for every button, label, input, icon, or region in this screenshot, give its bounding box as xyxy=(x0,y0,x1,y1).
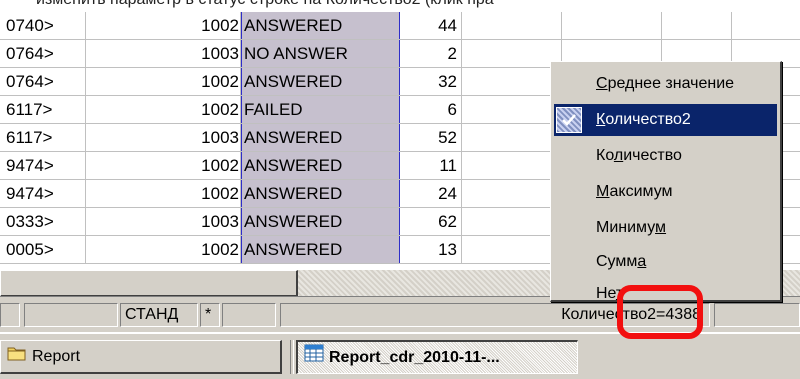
table-cell[interactable] xyxy=(462,124,562,151)
menu-label-part: Миниму xyxy=(596,219,656,236)
table-cell[interactable]: 1003 xyxy=(86,40,241,67)
table-cell[interactable]: ANSWERED xyxy=(241,152,400,179)
table-cell[interactable]: 62 xyxy=(400,208,462,235)
table-cell[interactable]: 6117> xyxy=(0,124,86,151)
table-cell[interactable] xyxy=(662,12,732,39)
table-cell[interactable]: ANSWERED xyxy=(241,208,400,235)
table-cell[interactable]: FAILED xyxy=(241,96,400,123)
table-cell[interactable]: 1002 xyxy=(86,68,241,95)
checkmark-icon xyxy=(556,107,582,133)
menu-accelerator: а xyxy=(637,253,647,270)
table-cell[interactable] xyxy=(462,12,562,39)
table-cell[interactable] xyxy=(562,12,662,39)
table-cell[interactable]: 52 xyxy=(400,124,462,151)
menu-accelerator: м xyxy=(655,219,667,236)
caption-text: изменить параметр в статус строке на Кол… xyxy=(36,0,494,9)
status-pane xyxy=(0,303,20,327)
table-cell[interactable]: 0005> xyxy=(0,236,86,263)
taskbar: Report Report_cdr_2010-11-... xyxy=(0,332,800,379)
scroll-thumb[interactable] xyxy=(0,270,298,297)
spreadsheet-icon xyxy=(304,342,324,373)
menu-accelerator: М xyxy=(596,183,610,200)
table-cell[interactable]: 13 xyxy=(400,236,462,263)
table-cell[interactable] xyxy=(462,236,562,263)
table-cell[interactable]: 9474> xyxy=(0,152,86,179)
table-cell[interactable]: 1003 xyxy=(86,124,241,151)
table-cell[interactable]: ANSWERED xyxy=(241,180,400,207)
taskbar-item-report[interactable]: Report xyxy=(0,340,282,374)
table-cell[interactable]: ANSWERED xyxy=(241,124,400,151)
menu-accelerator: К xyxy=(596,111,606,128)
table-cell[interactable]: ANSWERED xyxy=(241,12,400,39)
table-cell[interactable]: 24 xyxy=(400,180,462,207)
table-cell[interactable]: 1002 xyxy=(86,152,241,179)
table-cell[interactable] xyxy=(462,96,562,123)
table-cell[interactable]: 0740> xyxy=(0,12,86,39)
context-menu-item[interactable]: Сумма xyxy=(554,246,777,278)
table-row[interactable]: 0740> 1002 ANSWERED 44 xyxy=(0,12,800,40)
taskbar-item-label: Report_cdr_2010-11-... xyxy=(329,349,500,367)
statusbar-context-menu: Среднее значение Количество2 Количество Мак… xyxy=(550,61,782,302)
table-cell[interactable] xyxy=(462,68,562,95)
menu-label-part: оличество2 xyxy=(605,111,691,128)
menu-label-part: ичество xyxy=(623,147,682,164)
taskbar-item-report-cdr[interactable]: Report_cdr_2010-11-... xyxy=(296,340,578,374)
table-cell[interactable]: 11 xyxy=(400,152,462,179)
status-mode: СТАНД xyxy=(120,303,198,327)
context-menu-item[interactable]: Среднее значение xyxy=(554,68,777,100)
status-modified: * xyxy=(200,303,220,327)
table-cell[interactable]: 1002 xyxy=(86,180,241,207)
table-cell[interactable]: 6117> xyxy=(0,96,86,123)
table-cell[interactable]: ANSWERED xyxy=(241,68,400,95)
table-cell[interactable]: 1002 xyxy=(86,236,241,263)
table-cell[interactable]: 1002 xyxy=(86,96,241,123)
menu-label-part: реднее значение xyxy=(607,75,735,92)
context-menu-item[interactable]: Максимум xyxy=(554,176,777,208)
table-cell[interactable]: 44 xyxy=(400,12,462,39)
table-cell[interactable]: 2 xyxy=(400,40,462,67)
context-menu-item[interactable]: Количество xyxy=(554,140,777,172)
menu-label-part: аксимум xyxy=(609,183,673,200)
table-cell[interactable]: 1002 xyxy=(86,12,241,39)
caption-strip: изменить параметр в статус строке на Кол… xyxy=(0,0,800,12)
table-cell[interactable]: ANSWERED xyxy=(241,236,400,263)
table-cell[interactable] xyxy=(462,180,562,207)
taskbar-item-label: Report xyxy=(32,348,81,366)
table-cell[interactable]: 6 xyxy=(400,96,462,123)
menu-label-part: Ко xyxy=(596,147,614,164)
table-cell[interactable] xyxy=(462,208,562,235)
context-menu-item[interactable]: Минимум xyxy=(554,212,777,244)
menu-accelerator: л xyxy=(613,147,624,164)
menu-accelerator: С xyxy=(596,75,608,92)
table-cell[interactable] xyxy=(462,40,562,67)
table-cell[interactable] xyxy=(462,152,562,179)
table-cell[interactable]: 0333> xyxy=(0,208,86,235)
table-cell[interactable] xyxy=(732,12,800,39)
taskbar-separator xyxy=(290,340,294,374)
table-cell[interactable]: 1003 xyxy=(86,208,241,235)
status-pane xyxy=(24,303,118,327)
table-cell[interactable]: NO ANSWER xyxy=(241,40,400,67)
highlight-annotation xyxy=(617,285,703,339)
table-cell[interactable]: 0764> xyxy=(0,68,86,95)
menu-label-part: Сумм xyxy=(596,253,638,270)
status-pane xyxy=(222,303,276,327)
menu-label-part: Не xyxy=(596,285,616,302)
table-cell[interactable]: 9474> xyxy=(0,180,86,207)
table-cell[interactable]: 0764> xyxy=(0,40,86,67)
table-cell[interactable]: 32 xyxy=(400,68,462,95)
folder-icon xyxy=(7,341,27,372)
context-menu-item[interactable]: Количество2 xyxy=(554,104,777,136)
